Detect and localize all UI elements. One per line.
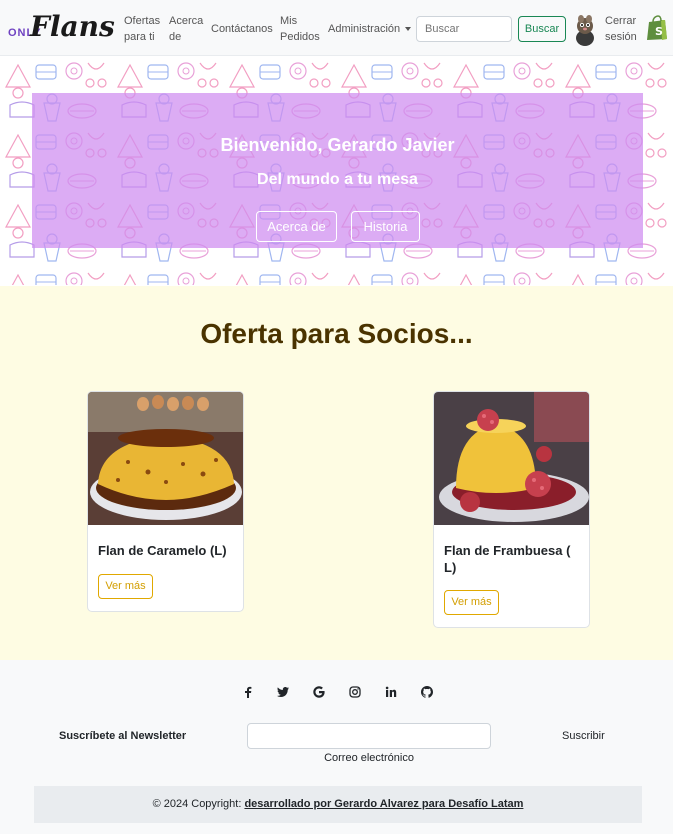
nav-link-ofertas[interactable]: Ofertas para ti [124, 13, 160, 45]
google-icon[interactable] [312, 685, 326, 699]
brand-flans-text: Flans [30, 10, 115, 43]
newsletter-label: Suscríbete al Newsletter [59, 730, 187, 742]
subscribe-button[interactable]: Suscribir [562, 730, 605, 742]
ver-mas-button[interactable]: Ver más [98, 574, 153, 599]
navbar: ONLY Flans Ofertas para ti Acerca de Con… [0, 0, 673, 56]
nav-link-pedidos[interactable]: Mis Pedidos [280, 13, 320, 45]
hero-overlay-panel: Bienvenido, Gerardo Javier Del mundo a t… [32, 93, 643, 248]
product-title: Flan de Frambuesa ( L) [444, 543, 571, 575]
linkedin-icon[interactable] [384, 685, 398, 699]
nav-link-acerca[interactable]: Acerca de [169, 13, 203, 45]
nav-link-line: Mis [280, 15, 298, 27]
logout-line: Cerrar [605, 15, 637, 27]
facebook-icon[interactable] [241, 685, 255, 699]
member-offers-section: Oferta para Socios... Flan de Caramelo (… [0, 286, 673, 660]
nav-link-line: para ti [124, 31, 155, 43]
svg-text:S: S [655, 25, 663, 38]
newsletter-email-caption: Correo electrónico [324, 752, 414, 764]
nav-link-line: Ofertas [124, 15, 161, 27]
copyright-link[interactable]: desarrollado por Gerardo Alvarez para De… [244, 798, 523, 810]
footer: Suscríbete al Newsletter Correo electrón… [0, 660, 673, 834]
shopping-bag-icon[interactable]: S [646, 15, 668, 41]
search-input[interactable] [416, 16, 512, 42]
nav-link-contactanos[interactable]: Contáctanos [211, 21, 273, 37]
hero-subtitle: Del mundo a tu mesa [257, 171, 418, 188]
hero-title: Bienvenido, Gerardo Javier [220, 135, 455, 155]
nav-dropdown-label: Administración [328, 23, 401, 35]
nav-link-line: Contáctanos [211, 23, 273, 35]
product-card: Flan de Frambuesa ( L) Ver más [433, 391, 590, 628]
twitter-icon[interactable] [276, 685, 290, 699]
product-card: Flan de Caramelo (L) Ver más [87, 391, 244, 612]
nav-link-line: Pedidos [280, 31, 320, 43]
logout-link[interactable]: Cerrar sesión [605, 13, 637, 45]
flan-frambuesa-image[interactable] [434, 392, 589, 525]
offers-title: Oferta para Socios... [200, 318, 473, 349]
logout-line: sesión [605, 31, 637, 43]
ver-mas-button[interactable]: Ver más [444, 590, 499, 615]
brand-logo[interactable]: ONLY Flans [8, 10, 115, 46]
nav-link-line: de [169, 31, 182, 43]
caret-down-icon [405, 27, 412, 32]
newsletter-email-input[interactable] [247, 723, 491, 749]
instagram-icon[interactable] [348, 685, 362, 699]
hero-section: Bienvenido, Gerardo Javier Del mundo a t… [0, 57, 673, 285]
user-avatar-icon[interactable] [572, 14, 598, 46]
search-button[interactable]: Buscar [518, 16, 566, 42]
hero-about-button[interactable]: Acerca de [256, 211, 337, 242]
github-icon[interactable] [420, 685, 434, 699]
nav-link-line: Acerca [169, 15, 204, 27]
flan-caramelo-image[interactable] [88, 392, 243, 525]
nav-dropdown-administracion[interactable]: Administración [328, 21, 412, 37]
hero-history-button[interactable]: Historia [351, 211, 420, 242]
copyright-bar: © 2024 Copyright: desarrollado por Gerar… [34, 786, 642, 823]
copyright-text: © 2024 Copyright: [152, 798, 245, 810]
product-title: Flan de Caramelo (L) [98, 543, 227, 558]
